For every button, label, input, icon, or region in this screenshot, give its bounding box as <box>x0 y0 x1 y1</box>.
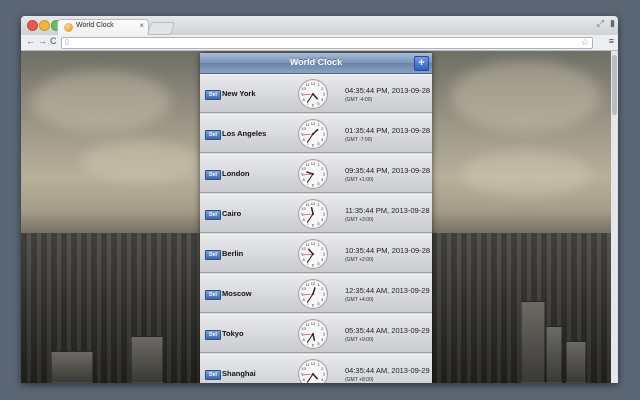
city-name: Los Angeles <box>222 129 267 138</box>
scrollbar-thumb[interactable] <box>612 55 617 115</box>
gmt-offset: (GMT +4:00) <box>345 297 374 303</box>
clock-numeral: 12 <box>311 361 316 366</box>
analog-clock-icon: 1234567891011 12 <box>298 159 328 189</box>
city-name: Cairo <box>222 209 242 218</box>
clock-numeral: 12 <box>311 81 316 86</box>
clock-numeral: 12 <box>311 201 316 206</box>
fullscreen-icon[interactable]: ⤢ <box>597 18 604 29</box>
page-icon: ▯ <box>65 39 69 46</box>
clock-row: Del Los Angeles 1 2 3 4 5 6 7 8 9 10 11 12 01:35:44 PM… <box>200 114 432 153</box>
clock-numeral: 12 <box>311 321 316 326</box>
clock-hub <box>312 133 314 135</box>
delete-button[interactable]: Del <box>205 290 221 300</box>
background-cloud <box>81 141 201 181</box>
clock-numeral: 12 <box>311 161 316 166</box>
delete-button[interactable]: Del <box>205 330 221 340</box>
bookmark-star-icon[interactable]: ☆ <box>581 37 589 48</box>
clock-numeral: 12 <box>311 281 316 286</box>
clock-hub <box>312 253 314 255</box>
background-building <box>51 351 93 383</box>
scrollbar[interactable] <box>611 51 618 383</box>
background-cloud <box>31 71 171 131</box>
clock-hub <box>312 333 314 335</box>
analog-clock-icon: 1234567891011 12 <box>298 119 328 149</box>
delete-button[interactable]: Del <box>205 210 221 220</box>
analog-clock-icon: 1234567891011 12 <box>298 359 328 383</box>
city-name: Berlin <box>222 249 244 258</box>
clock-numeral: 12 <box>311 241 316 246</box>
clock-hub <box>312 293 314 295</box>
gmt-offset: (GMT +3:00) <box>345 217 374 223</box>
clock-row: Del Tokyo 1 2 3 4 5 6 7 8 9 10 11 12 05:35:44 AM, 2013… <box>200 314 432 353</box>
new-tab-button[interactable] <box>146 22 176 35</box>
page-content: World Clock + Del New York 1 2 3 4 5 6 7 8 9 10 11 12… <box>21 51 611 383</box>
city-name: London <box>222 169 250 178</box>
analog-clock-icon: 1234567891011 12 <box>298 199 328 229</box>
window-minimize-button[interactable] <box>39 20 50 31</box>
time-text: 12:35:44 AM, 2013-09-29 <box>345 286 430 295</box>
clock-row: Del Shanghai 1 2 3 4 5 6 7 8 9 10 11 12 04:35:44 AM, 2… <box>200 354 432 383</box>
title-bar: World Clock × ⤢ ▮ <box>21 16 618 36</box>
background-building <box>566 341 586 383</box>
background-building <box>546 326 562 383</box>
forward-icon[interactable]: → <box>38 36 47 46</box>
address-bar[interactable]: ▯ ☆ <box>61 37 593 49</box>
clock-hub <box>312 373 314 375</box>
background-cloud <box>451 61 601 131</box>
window-close-button[interactable] <box>27 20 38 31</box>
time-text: 04:35:44 AM, 2013-09-29 <box>345 366 430 375</box>
world-clock-panel: World Clock + Del New York 1 2 3 4 5 6 7 8 9 10 11 12… <box>200 53 432 383</box>
clock-hub <box>312 93 314 95</box>
page-title: World Clock <box>289 57 343 67</box>
analog-clock-icon: 1234567891011 12 <box>298 279 328 309</box>
analog-clock-icon: 1234567891011 12 <box>298 79 328 109</box>
clock-row: Del New York 1 2 3 4 5 6 7 8 9 10 11 12 04:35:44 PM, 2… <box>200 74 432 113</box>
gmt-offset: (GMT -7:00) <box>345 137 373 143</box>
delete-button[interactable]: Del <box>205 370 221 380</box>
back-icon[interactable]: ← <box>26 36 35 46</box>
city-name: New York <box>222 89 256 98</box>
time-text: 09:35:44 PM, 2013-09-28 <box>345 166 431 175</box>
analog-clock-icon: 1234567891011 12 <box>298 319 328 349</box>
add-clock-button[interactable]: + <box>414 56 429 71</box>
tab-title: World Clock <box>76 22 114 29</box>
gmt-offset: (GMT +9:00) <box>345 337 374 343</box>
time-text: 04:35:44 PM, 2013-09-28 <box>345 86 431 95</box>
panel-header: World Clock + <box>200 53 432 74</box>
clock-row: Del London 1 2 3 4 5 6 7 8 9 10 11 12 09:35:44 PM, 201… <box>200 154 432 193</box>
delete-button[interactable]: Del <box>205 170 221 180</box>
time-text: 01:35:44 PM, 2013-09-28 <box>345 126 431 135</box>
browser-toolbar: ← → C ▯ ☆ ≡ <box>21 35 618 51</box>
background-building <box>131 336 163 383</box>
gmt-offset: (GMT -4:00) <box>345 97 373 103</box>
time-text: 10:35:44 PM, 2013-09-28 <box>345 246 431 255</box>
time-text: 11:35:44 PM, 2013-09-28 <box>345 206 430 215</box>
gmt-offset: (GMT +1:00) <box>345 177 374 183</box>
clock-row: Del Berlin 1 2 3 4 5 6 7 8 9 10 11 12 10:35:44 PM, 201… <box>200 234 432 273</box>
analog-clock-icon: 1234567891011 12 <box>298 239 328 269</box>
city-name: Shanghai <box>222 369 256 378</box>
delete-button[interactable]: Del <box>205 250 221 260</box>
reload-icon[interactable]: C <box>50 36 57 46</box>
browser-tab[interactable]: World Clock × <box>57 19 149 36</box>
clock-hub <box>312 213 314 215</box>
tab-close-icon[interactable]: × <box>139 21 144 30</box>
menu-icon[interactable]: ≡ <box>609 36 614 46</box>
delete-button[interactable]: Del <box>205 130 221 140</box>
clock-hub <box>312 173 314 175</box>
city-name: Tokyo <box>222 329 244 338</box>
clock-numeral: 12 <box>311 121 316 126</box>
delete-button[interactable]: Del <box>205 90 221 100</box>
time-text: 05:35:44 AM, 2013-09-29 <box>345 326 430 335</box>
background-building <box>521 301 545 383</box>
profile-icon[interactable]: ▮ <box>610 18 615 29</box>
city-name: Moscow <box>222 289 252 298</box>
favicon-icon <box>64 23 73 32</box>
background-cloud <box>461 151 591 196</box>
browser-window: World Clock × ⤢ ▮ ← → C ▯ ☆ ≡ World Cloc… <box>21 16 618 383</box>
gmt-offset: (GMT +2:00) <box>345 257 374 263</box>
clock-row: Del Cairo 1 2 3 4 5 6 7 8 9 10 11 12 11:35:44 PM, 2013… <box>200 194 432 233</box>
clock-row: Del Moscow 1 2 3 4 5 6 7 8 9 10 11 12 12:35:44 AM, 201… <box>200 274 432 313</box>
gmt-offset: (GMT +8:00) <box>345 377 374 383</box>
